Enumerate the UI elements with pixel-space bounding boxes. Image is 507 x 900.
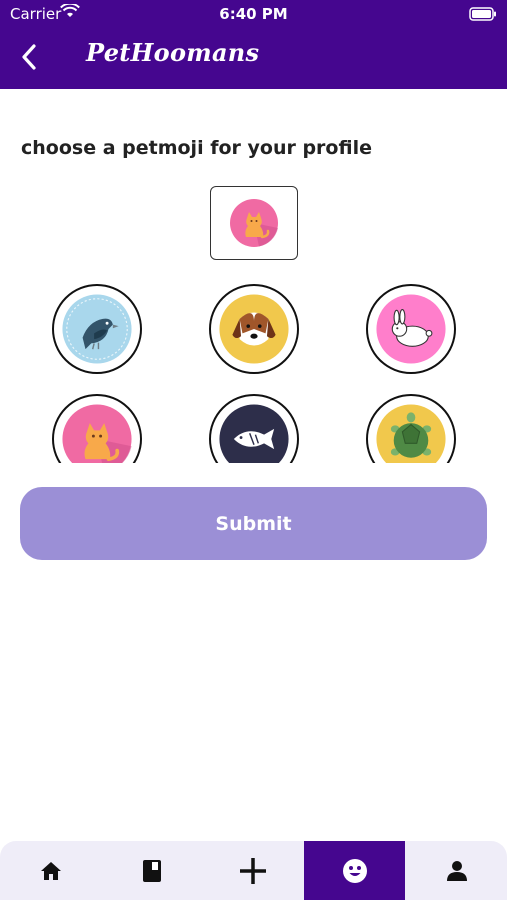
tab-petmoji[interactable]: [304, 841, 405, 900]
tab-book[interactable]: [101, 841, 202, 900]
chevron-left-icon: [22, 44, 36, 70]
page-prompt: choose a petmoji for your profile: [21, 137, 372, 159]
petmoji-dog[interactable]: [209, 284, 299, 374]
petmoji-fish[interactable]: [209, 394, 299, 463]
home-icon: [40, 861, 61, 880]
app-title: PetHoomans: [86, 38, 260, 67]
person-icon: [446, 860, 467, 881]
back-button[interactable]: [14, 42, 44, 72]
tab-home[interactable]: [0, 841, 101, 900]
book-icon: [142, 859, 161, 882]
petmoji-grid: [0, 278, 507, 463]
petmoji-cat[interactable]: [52, 394, 142, 463]
smiley-icon: [342, 858, 367, 883]
cat-icon: [62, 404, 132, 463]
battery-icon: [469, 7, 497, 25]
petmoji-rabbit[interactable]: [366, 284, 456, 374]
petmoji-turtle[interactable]: [366, 394, 456, 463]
selected-petmoji-preview: [210, 186, 298, 260]
status-bar: Carrier 6:40 PM: [0, 0, 507, 30]
bottom-tab-bar: [0, 841, 507, 900]
turtle-icon: [376, 404, 446, 463]
app-header: Carrier 6:40 PM PetHoomans: [0, 0, 507, 89]
bird-icon: [62, 294, 132, 364]
cat-petmoji-icon: [230, 199, 278, 247]
petmoji-bird[interactable]: [52, 284, 142, 374]
tab-profile[interactable]: [406, 841, 507, 900]
tab-add[interactable]: [202, 841, 303, 900]
dog-icon: [219, 294, 289, 364]
plus-icon: [239, 857, 266, 884]
screen: Carrier 6:40 PM PetHoomans choose a petm…: [0, 0, 507, 900]
status-time: 6:40 PM: [219, 5, 288, 23]
rabbit-icon: [376, 294, 446, 364]
fish-icon: [219, 404, 289, 463]
submit-button[interactable]: Submit: [20, 487, 487, 560]
